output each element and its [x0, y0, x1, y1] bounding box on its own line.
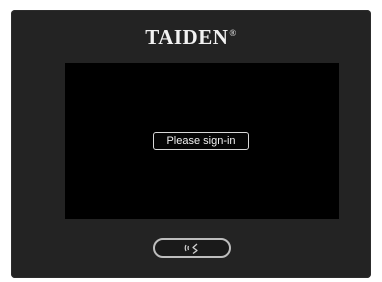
sign-in-button[interactable]: Please sign-in [153, 132, 249, 150]
brand-name: TAIDEN [145, 25, 229, 49]
brand-logo: TAIDEN® [11, 25, 371, 50]
nfc-card-icon [184, 243, 198, 255]
display-screen: Please sign-in [65, 63, 339, 219]
registered-mark: ® [229, 28, 237, 38]
nfc-card-button[interactable] [153, 238, 231, 258]
